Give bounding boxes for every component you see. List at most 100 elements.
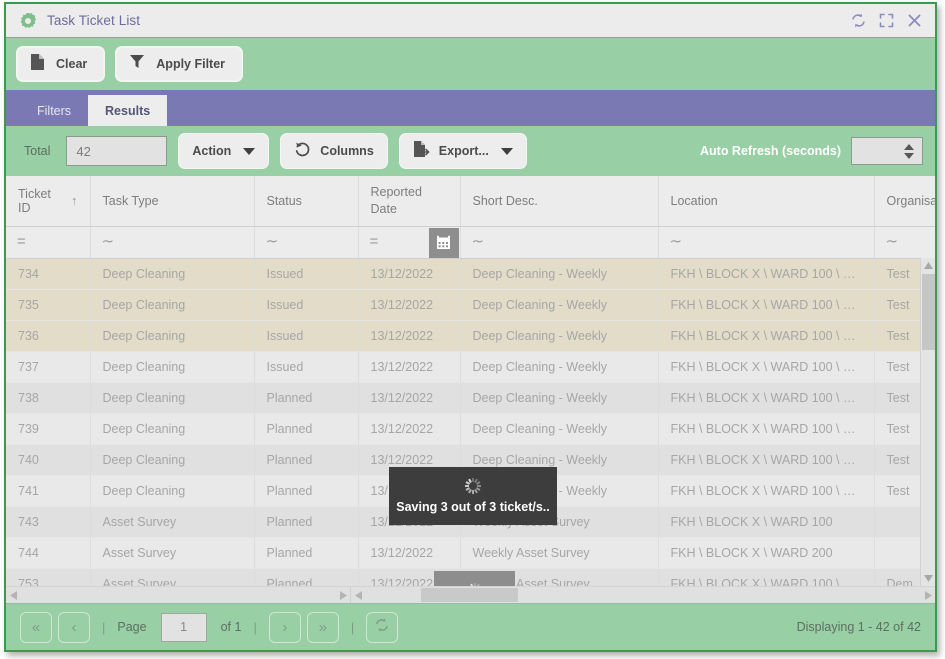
cell-status[interactable]: Issued [254,258,359,290]
cell-task-type[interactable]: Deep Cleaning [90,475,255,507]
calendar-icon[interactable] [428,227,459,258]
column-header-short-desc[interactable]: Short Desc. [460,176,659,227]
column-header-organisation[interactable]: Organisation [874,176,935,227]
page-number-input[interactable] [160,612,207,642]
cell-reported-date[interactable]: 13/12/2022 [358,413,461,445]
cell-ticket-id[interactable]: 735 [6,289,91,321]
cell-task-type[interactable]: Deep Cleaning [90,444,255,476]
locked-scroll-track[interactable] [20,587,336,604]
cell-status[interactable]: Planned [254,506,359,538]
cell-status[interactable]: Planned [254,382,359,414]
cell-ticket-id[interactable]: 740 [6,444,91,476]
filter-operator-icon[interactable]: ∼ [670,233,683,250]
cell-ticket-id[interactable]: 738 [6,382,91,414]
cell-location[interactable]: FKH \ BLOCK X \ WARD 100 \ Bedro... [658,475,875,507]
cell-task-type[interactable]: Asset Survey [90,568,255,586]
cell-task-type[interactable]: Deep Cleaning [90,258,255,290]
filter-operator-icon[interactable]: ∼ [266,233,279,250]
auto-refresh-stepper[interactable] [851,137,923,165]
locked-columns-scrollbar[interactable] [6,586,351,604]
data-scroll-track[interactable] [365,587,921,604]
cell-short-desc[interactable]: Weekly Asset Survey [460,537,659,569]
tab-results[interactable]: Results [88,95,168,126]
last-page-button[interactable]: » [306,611,339,643]
column-header-status[interactable]: Status [254,176,359,227]
filter-cell-task-type[interactable]: ∼ [90,226,255,259]
filter-cell-status[interactable]: ∼ [254,226,359,259]
tab-filters[interactable]: Filters [20,95,88,126]
cell-task-type[interactable]: Asset Survey [90,537,255,569]
cell-location[interactable]: FKH \ BLOCK X \ WARD 100 \ Bay 892 [658,289,875,321]
cell-status[interactable]: Issued [254,289,359,321]
cell-ticket-id[interactable]: 753 [6,568,91,586]
scroll-right-icon[interactable] [336,587,350,604]
cell-reported-date[interactable]: 13/12/2022 [358,289,461,321]
clear-button[interactable]: Clear [16,46,106,82]
cell-task-type[interactable]: Deep Cleaning [90,289,255,321]
table-row[interactable]: 744 Asset Survey Planned 13/12/2022 Weekly A… [6,537,935,569]
filter-cell-organisation[interactable]: ∼ [874,226,935,259]
filter-cell-reported-date[interactable]: = [358,226,461,259]
cell-ticket-id[interactable]: 739 [6,413,91,445]
apply-filter-button[interactable]: Apply Filter [115,46,244,82]
cell-status[interactable]: Planned [254,413,359,445]
cell-location[interactable]: FKH \ BLOCK X \ WARD 100 [658,506,875,538]
cell-short-desc[interactable]: Deep Cleaning - Weekly [460,382,659,414]
cell-short-desc[interactable]: Deep Cleaning - Weekly [460,320,659,352]
filter-operator-icon[interactable]: ∼ [886,233,899,250]
vertical-scroll-thumb[interactable] [922,274,935,350]
cell-reported-date[interactable]: 13/12/2022 [358,351,461,383]
export-dropdown[interactable]: Export... [398,133,527,169]
data-columns-scrollbar[interactable] [351,587,935,604]
cell-status[interactable]: Issued [254,320,359,352]
cell-task-type[interactable]: Deep Cleaning [90,320,255,352]
scroll-up-icon[interactable] [921,258,935,273]
horizontal-scrollbar[interactable] [6,586,935,603]
cell-location[interactable]: FKH \ BLOCK X \ WARD 100 \ WC 915 [658,568,875,586]
cell-task-type[interactable]: Deep Cleaning [90,382,255,414]
stepper-arrows-icon[interactable] [904,143,914,159]
column-header-location[interactable]: Location [658,176,875,227]
cell-short-desc[interactable]: Deep Cleaning - Weekly [460,351,659,383]
table-row[interactable]: 737 Deep Cleaning Issued 13/12/2022 Deep Cle… [6,351,935,383]
filter-cell-ticket-id[interactable]: = [6,226,91,259]
cell-location[interactable]: FKH \ BLOCK X \ WARD 100 \ Bedro... [658,444,875,476]
cell-ticket-id[interactable]: 736 [6,320,91,352]
total-input[interactable] [66,136,168,166]
refresh-icon[interactable] [850,12,867,29]
cell-status[interactable]: Planned [254,444,359,476]
cell-ticket-id[interactable]: 744 [6,537,91,569]
first-page-button[interactable]: « [20,611,52,643]
cell-reported-date[interactable]: 13/12/2022 [358,537,461,569]
filter-operator-icon[interactable]: = [370,233,379,250]
filter-operator-icon[interactable]: = [17,233,26,250]
table-row[interactable]: 739 Deep Cleaning Planned 13/12/2022 Deep Cl… [6,413,935,445]
cell-status[interactable]: Issued [254,351,359,383]
cell-task-type[interactable]: Deep Cleaning [90,351,255,383]
cell-location[interactable]: FKH \ BLOCK X \ WARD 100 \ Bay 891 [658,258,875,290]
table-row[interactable]: 734 Deep Cleaning Issued 13/12/2022 Deep Cle… [6,258,935,290]
cell-location[interactable]: FKH \ BLOCK X \ WARD 200 [658,537,875,569]
cell-location[interactable]: FKH \ BLOCK X \ WARD 100 \ Bedro... [658,413,875,445]
cell-location[interactable]: FKH \ BLOCK X \ WARD 100 \ Bedro... [658,382,875,414]
scroll-right-icon[interactable] [921,587,935,604]
columns-button[interactable]: Columns [280,133,388,169]
cell-short-desc[interactable]: Deep Cleaning - Weekly [460,413,659,445]
cell-status[interactable]: Planned [254,537,359,569]
column-header-task-type[interactable]: Task Type [90,176,255,227]
action-dropdown[interactable]: Action [178,133,270,169]
cell-status[interactable]: Planned [254,475,359,507]
cell-short-desc[interactable]: Deep Cleaning - Weekly [460,258,659,290]
scroll-down-icon[interactable] [921,571,935,586]
column-header-reported-date[interactable]: Reported Date [358,176,461,227]
cell-reported-date[interactable]: 13/12/2022 [358,320,461,352]
filter-operator-icon[interactable]: ∼ [102,233,115,250]
scroll-left-icon[interactable] [6,587,20,604]
filter-cell-location[interactable]: ∼ [658,226,875,259]
vertical-scrollbar[interactable] [920,258,935,586]
cell-reported-date[interactable]: 13/12/2022 [358,258,461,290]
filter-operator-icon[interactable]: ∼ [472,233,485,250]
refresh-grid-button[interactable] [366,611,399,643]
cell-location[interactable]: FKH \ BLOCK X \ WARD 100 \ Bay 893 [658,320,875,352]
horizontal-scroll-thumb[interactable] [421,587,518,602]
